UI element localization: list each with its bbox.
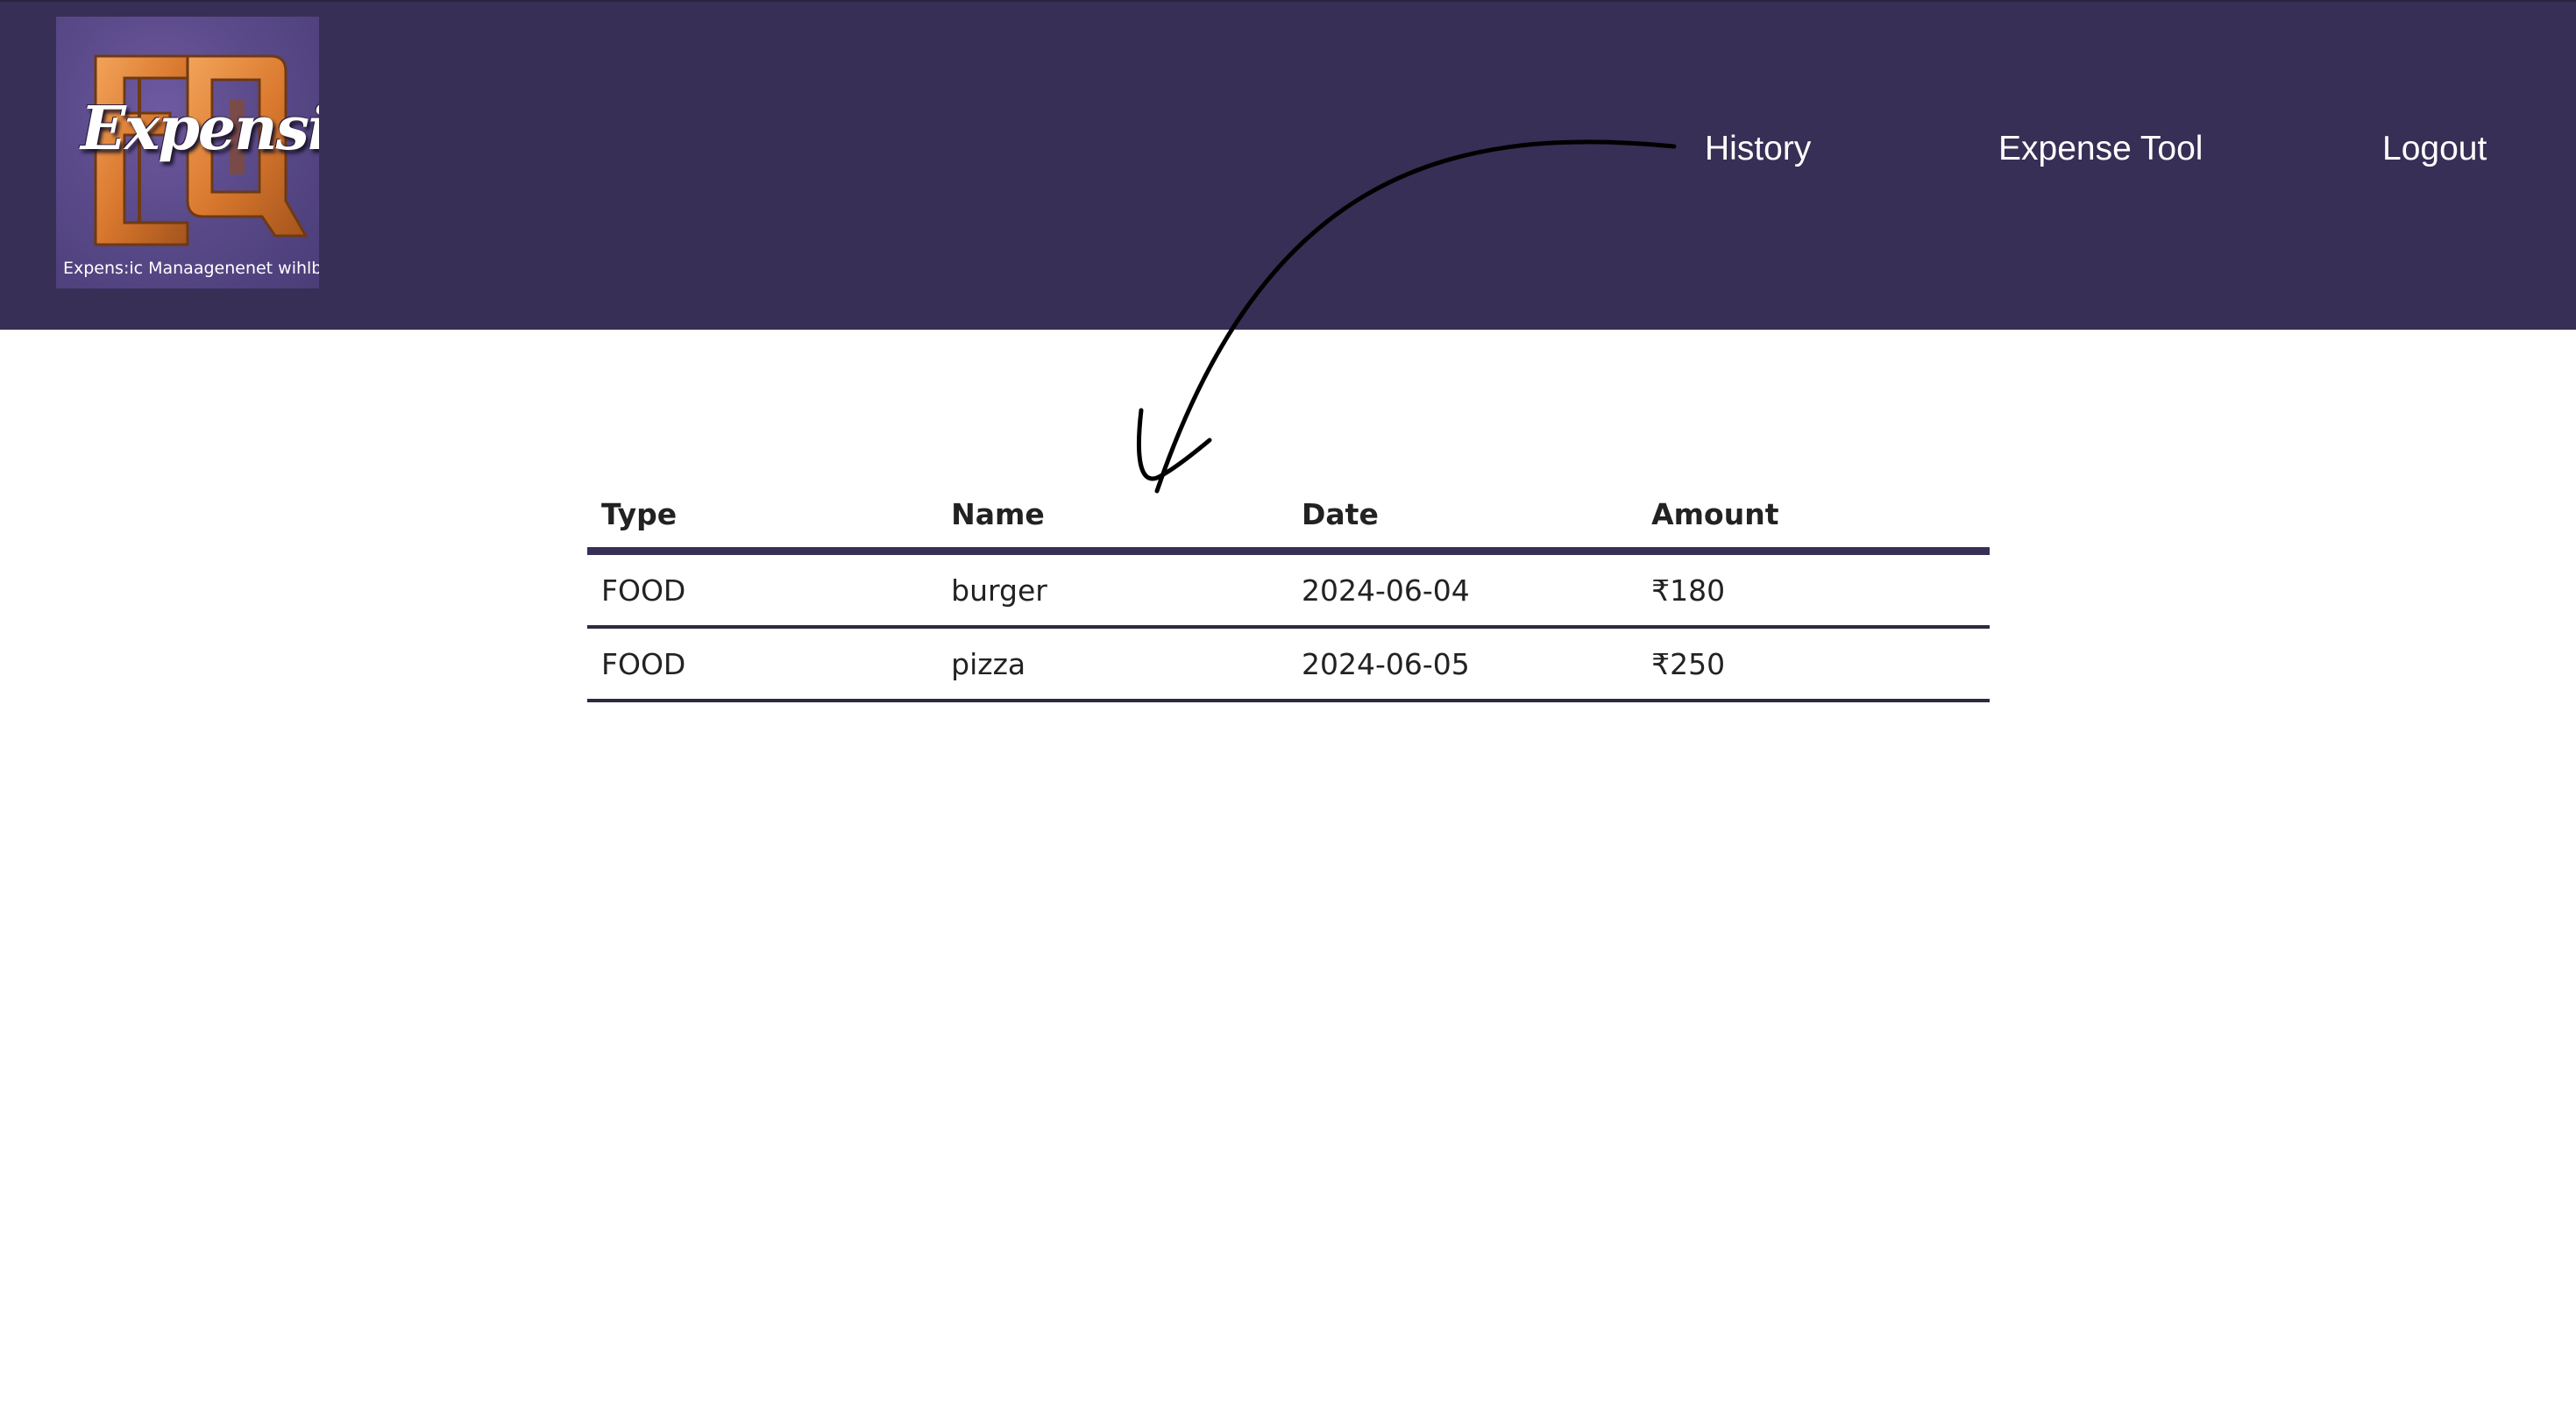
logo-tagline: Expens:ic Manaagenenet wihlbet bbox=[63, 259, 319, 278]
header-bar: Expensio Expens:ic Manaagenenet wihlbet … bbox=[0, 0, 2576, 330]
table-header-row: Type Name Date Amount bbox=[587, 480, 1990, 555]
logo-wordmark: Expensio bbox=[81, 94, 319, 164]
cell-type: FOOD bbox=[587, 551, 938, 629]
cell-name: burger bbox=[937, 551, 1288, 629]
nav-history-link[interactable]: History bbox=[1705, 130, 1811, 168]
column-header-amount: Amount bbox=[1637, 480, 1990, 555]
cell-type: FOOD bbox=[587, 627, 938, 702]
expensio-logo[interactable]: Expensio Expens:ic Manaagenenet wihlbet bbox=[56, 17, 319, 288]
nav-expense-tool-link[interactable]: Expense Tool bbox=[1998, 130, 2203, 168]
cell-amount: ₹250 bbox=[1637, 627, 1990, 702]
column-header-type: Type bbox=[587, 480, 938, 555]
table-row: FOOD burger 2024-06-04 ₹180 bbox=[587, 551, 1990, 629]
column-header-date: Date bbox=[1288, 480, 1638, 555]
expense-history-table: Type Name Date Amount FOOD burger 2024-0… bbox=[587, 480, 1990, 702]
cell-date: 2024-06-05 bbox=[1288, 627, 1638, 702]
column-header-name: Name bbox=[937, 480, 1288, 555]
cell-date: 2024-06-04 bbox=[1288, 551, 1638, 629]
table-row: FOOD pizza 2024-06-05 ₹250 bbox=[587, 627, 1990, 702]
nav-logout-link[interactable]: Logout bbox=[2382, 130, 2487, 168]
cell-name: pizza bbox=[937, 627, 1288, 702]
cell-amount: ₹180 bbox=[1637, 551, 1990, 629]
